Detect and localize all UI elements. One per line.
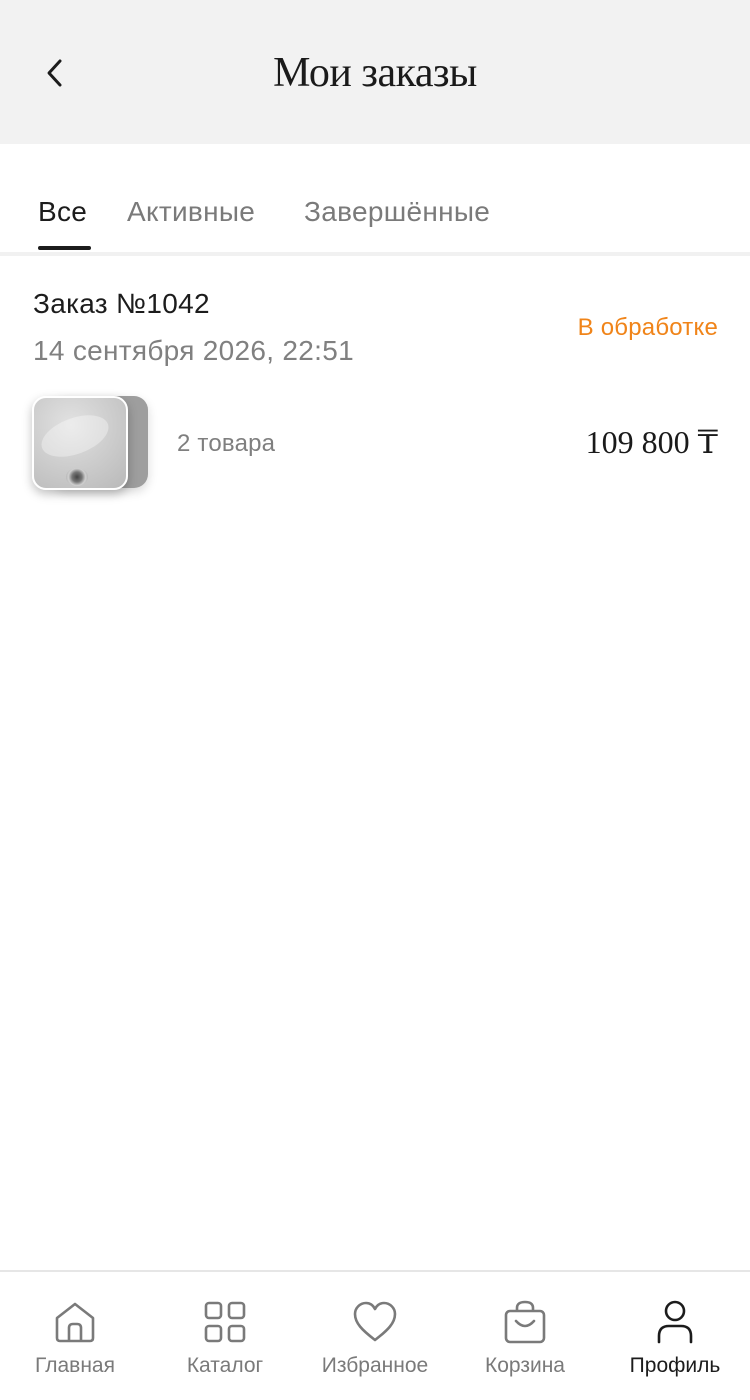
heart-icon — [351, 1298, 399, 1346]
nav-label-profile: Профиль — [629, 1354, 721, 1377]
order-tabs: Все Активные Завершённые — [0, 144, 750, 256]
bottom-navigation: Главная Каталог Избранное Корзина Профил… — [0, 1270, 750, 1400]
order-total: 109 800 ₸ — [585, 424, 718, 460]
tab-active[interactable]: Активные — [127, 194, 255, 230]
order-items-count: 2 товара — [177, 430, 276, 457]
user-icon — [651, 1298, 699, 1346]
nav-item-favorites[interactable]: Избранное — [300, 1272, 450, 1400]
nav-item-cart[interactable]: Корзина — [450, 1272, 600, 1400]
grid-icon — [201, 1298, 249, 1346]
my-orders-screen: Мои заказы Все Активные Завершённые Зака… — [0, 0, 750, 1400]
tab-all[interactable]: Все — [38, 194, 87, 230]
header: Мои заказы — [0, 0, 750, 144]
order-card[interactable]: Заказ №1042 14 сентября 2026, 22:51 В об… — [0, 262, 750, 512]
nav-label-catalog: Каталог — [186, 1354, 264, 1377]
nav-label-home: Главная — [35, 1354, 115, 1377]
order-number: Заказ №1042 — [33, 288, 210, 319]
order-product-thumbnails — [32, 394, 154, 494]
home-icon — [51, 1298, 99, 1346]
nav-label-cart: Корзина — [485, 1354, 565, 1377]
page-title: Мои заказы — [273, 50, 477, 96]
tab-completed[interactable]: Завершённые — [304, 194, 490, 230]
nav-item-home[interactable]: Главная — [0, 1272, 150, 1400]
nav-item-catalog[interactable]: Каталог — [150, 1272, 300, 1400]
order-status: В обработке — [577, 314, 718, 341]
bag-icon — [501, 1298, 549, 1346]
nav-label-favorites: Избранное — [321, 1354, 429, 1377]
active-tab-indicator — [38, 246, 91, 250]
nav-item-profile[interactable]: Профиль — [600, 1272, 750, 1400]
product-thumbnail — [32, 396, 128, 490]
order-date: 14 сентября 2026, 22:51 — [33, 335, 354, 366]
